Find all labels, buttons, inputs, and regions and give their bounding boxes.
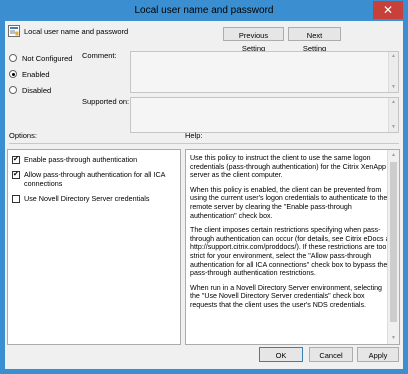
help-paragraph: When run in a Novell Directory Server en… — [190, 283, 383, 309]
scroll-down-arrow-icon[interactable]: ▼ — [390, 335, 397, 342]
help-paragraph: Use this policy to instruct the client t… — [190, 154, 386, 180]
radio-disabled[interactable]: Disabled — [9, 85, 51, 95]
dialog-content: Local user name and password Previous Se… — [5, 21, 403, 369]
scroll-up-arrow-icon[interactable]: ▲ — [390, 53, 397, 60]
checkbox-novell-credentials-label: Use Novell Directory Server credentials — [24, 194, 150, 203]
help-paragraph: When this policy is enabled, the client … — [190, 185, 388, 220]
scroll-up-arrow-icon[interactable]: ▲ — [390, 99, 397, 106]
scroll-up-arrow-icon[interactable]: ▲ — [390, 152, 397, 159]
radio-not-configured[interactable]: Not Configured — [9, 53, 72, 63]
dialog-window: Local user name and password ✕ Local use… — [0, 0, 408, 374]
next-setting-button[interactable]: Next Setting — [288, 27, 341, 53]
ok-button[interactable]: OK — [259, 347, 303, 362]
policy-settings-icon — [8, 25, 20, 37]
checkbox-enable-pass-through-label: Enable pass-through authentication — [24, 155, 138, 164]
radio-label-not-configured: Not Configured — [22, 53, 73, 63]
close-button[interactable]: ✕ — [373, 1, 403, 19]
radio-label-enabled: Enabled — [22, 69, 50, 79]
checkbox-allow-all-ica-box[interactable] — [12, 170, 20, 179]
checkbox-allow-all-ica[interactable]: Allow pass-through authentication for al… — [12, 170, 176, 188]
radio-button-disabled[interactable] — [9, 86, 17, 94]
help-text: Use this policy to instruct the client t… — [190, 154, 392, 316]
comment-scrollbar[interactable]: ▲ ▼ — [388, 52, 398, 92]
help-scrollbar[interactable]: ▲ ▼ — [387, 150, 399, 344]
close-icon: ✕ — [382, 3, 394, 17]
supported-on-scrollbar[interactable]: ▲ ▼ — [388, 98, 398, 132]
title-bar[interactable]: Local user name and password ✕ — [1, 1, 407, 21]
radio-button-enabled[interactable] — [9, 70, 17, 78]
options-panel: Enable pass-through authentication Allow… — [7, 149, 181, 345]
supported-on-label: Supported on: — [82, 97, 130, 106]
previous-setting-button[interactable]: Previous Setting — [223, 27, 284, 53]
apply-button[interactable]: Apply — [357, 347, 399, 362]
radio-label-disabled: Disabled — [22, 85, 52, 95]
help-paragraph: The client imposes certain restrictions … — [190, 226, 392, 278]
checkbox-enable-pass-through[interactable]: Enable pass-through authentication — [12, 155, 174, 164]
scrollbar-thumb[interactable] — [390, 162, 397, 322]
checkbox-novell-credentials[interactable]: Use Novell Directory Server credentials — [12, 194, 176, 203]
cancel-button[interactable]: Cancel — [309, 347, 353, 362]
radio-button-not-configured[interactable] — [9, 54, 17, 62]
help-panel: Use this policy to instruct the client t… — [185, 149, 400, 345]
checkbox-enable-pass-through-box[interactable] — [12, 155, 20, 164]
window-title: Local user name and password — [134, 5, 274, 16]
scroll-down-arrow-icon[interactable]: ▼ — [390, 84, 397, 91]
supported-on-field: ▲ ▼ — [130, 97, 399, 133]
policy-title: Local user name and password — [24, 27, 129, 36]
help-label: Help: — [185, 131, 203, 140]
options-label: Options: — [9, 131, 37, 140]
radio-enabled[interactable]: Enabled — [9, 69, 50, 79]
scroll-down-arrow-icon[interactable]: ▼ — [390, 124, 397, 131]
section-divider — [9, 143, 399, 144]
checkbox-novell-credentials-box[interactable] — [12, 195, 20, 203]
comment-label: Comment: — [82, 51, 117, 60]
checkbox-allow-all-ica-label: Allow pass-through authentication for al… — [24, 170, 166, 188]
comment-field[interactable]: ▲ ▼ — [130, 51, 399, 93]
